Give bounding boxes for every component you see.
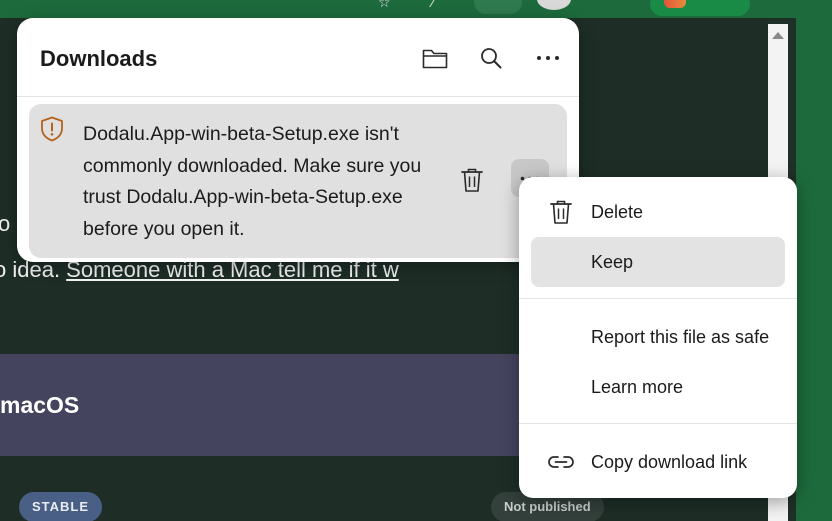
- menu-item-label: Learn more: [591, 376, 684, 397]
- folder-icon: [422, 49, 448, 69]
- panel-title: Downloads: [40, 46, 158, 71]
- menu-item-learn-more[interactable]: Learn more: [531, 362, 785, 412]
- downloads-toolbar-button[interactable]: [474, 0, 522, 14]
- section-title: macOS: [0, 392, 80, 418]
- menu-divider: [519, 298, 797, 299]
- link-icon: [548, 456, 574, 468]
- copilot-icon: [664, 0, 686, 8]
- menu-item-label: Delete: [591, 201, 644, 222]
- open-folder-button[interactable]: [417, 40, 453, 76]
- warning-message: Dodalu.App-win-beta-Setup.exe isn't comm…: [83, 123, 422, 240]
- delete-download-button[interactable]: [455, 162, 489, 198]
- menu-item-report-safe[interactable]: Report this file as safe: [531, 312, 785, 362]
- more-options-button[interactable]: [530, 40, 566, 76]
- trash-icon: [461, 168, 483, 192]
- shield-warning-icon: [41, 116, 63, 142]
- scroll-up-arrow-icon[interactable]: [772, 32, 784, 39]
- search-icon: [481, 48, 502, 69]
- menu-divider: [519, 423, 797, 424]
- menu-item-label: Keep: [591, 251, 634, 272]
- more-icon: [537, 56, 559, 60]
- stable-badge: STABLE: [19, 492, 103, 521]
- menu-item-keep[interactable]: Keep: [531, 237, 785, 287]
- downloads-panel: Downloads Dodalu.App-win-beta-Setup.exe …: [17, 18, 579, 262]
- profile-avatar[interactable]: [537, 0, 571, 10]
- menu-item-delete[interactable]: Delete: [531, 187, 785, 237]
- browser-toolbar: ☆ ⁄: [0, 0, 832, 18]
- copilot-button[interactable]: [650, 0, 750, 16]
- menu-item-label: Report this file as safe: [591, 326, 770, 347]
- favorite-icon[interactable]: ☆: [378, 0, 391, 11]
- divider: [17, 96, 579, 97]
- download-context-menu: Delete Keep Report this file as safe Lea…: [519, 177, 797, 498]
- page-text-line: o: [0, 211, 11, 236]
- menu-item-label: Copy download link: [591, 451, 748, 472]
- menu-item-copy-link[interactable]: Copy download link: [531, 437, 785, 487]
- read-aloud-icon[interactable]: ⁄: [432, 0, 434, 10]
- download-item-warning[interactable]: Dodalu.App-win-beta-Setup.exe isn't comm…: [29, 104, 567, 258]
- window-edge: [796, 18, 832, 521]
- search-downloads-button[interactable]: [473, 40, 509, 76]
- trash-icon: [550, 200, 572, 224]
